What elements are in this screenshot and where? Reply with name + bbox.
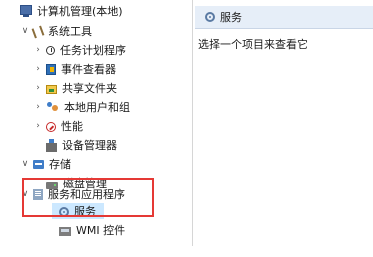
users-icon [46, 101, 59, 114]
storage-icon [33, 160, 44, 169]
performance-icon [46, 121, 56, 132]
chevron-right-icon[interactable]: › [33, 61, 43, 78]
details-pane: 服务 选择一个项目来查看它 [193, 0, 373, 246]
tree-item-label: 系统工具 [48, 25, 92, 38]
tools-icon [31, 25, 45, 38]
tree-item-task-scheduler[interactable]: › 任务计划程序 [33, 42, 126, 59]
chevron-down-icon[interactable]: ∨ [20, 23, 30, 40]
device-manager-icon [46, 139, 57, 152]
tree-item-storage[interactable]: ∨ 存储 [20, 156, 71, 173]
tree-item-wmi-control[interactable]: WMI 控件 [59, 222, 125, 239]
wmi-icon [59, 227, 71, 236]
tree-item-label: 本地用户和组 [64, 101, 130, 114]
tree-item-label: 事件查看器 [61, 63, 116, 76]
tree-item-system-tools[interactable]: ∨ 系统工具 [20, 23, 92, 40]
details-header: 服务 [195, 6, 373, 29]
tree-item-label: 性能 [61, 120, 83, 133]
gear-icon [205, 12, 215, 22]
chevron-right-icon[interactable]: › [33, 42, 43, 59]
tree-item-device-manager[interactable]: 设备管理器 [46, 137, 117, 154]
chevron-right-icon[interactable]: › [33, 99, 43, 116]
clock-icon [46, 46, 55, 55]
tree-item-event-viewer[interactable]: › 事件查看器 [33, 61, 116, 78]
tree-item-label: 任务计划程序 [60, 44, 126, 57]
chevron-down-icon[interactable]: ∨ [20, 156, 30, 173]
tree-item-performance[interactable]: › 性能 [33, 118, 83, 135]
chevron-right-icon[interactable]: › [33, 118, 43, 135]
event-viewer-icon [46, 64, 56, 75]
navigation-tree: 计算机管理(本地) ∨ 系统工具 › 任务计划程序 › 事件查看器 › 共享文件… [0, 0, 185, 257]
tree-item-shared-folders[interactable]: › 共享文件夹 [33, 80, 117, 97]
chevron-right-icon[interactable]: › [33, 80, 43, 97]
tree-item-label: 计算机管理(本地) [37, 5, 123, 18]
details-header-title: 服务 [220, 11, 242, 24]
tree-item-label: 共享文件夹 [62, 82, 117, 95]
shared-folder-icon [46, 85, 57, 94]
tree-item-computer-management[interactable]: 计算机管理(本地) [20, 3, 123, 20]
details-body-text: 选择一个项目来查看它 [198, 38, 308, 51]
tree-item-local-users-groups[interactable]: › 本地用户和组 [33, 99, 130, 116]
tree-item-label: 设备管理器 [62, 139, 117, 152]
red-highlight-box [22, 178, 154, 217]
computer-icon [20, 4, 32, 17]
tree-item-label: WMI 控件 [76, 224, 126, 237]
tree-item-label: 存储 [49, 158, 71, 171]
